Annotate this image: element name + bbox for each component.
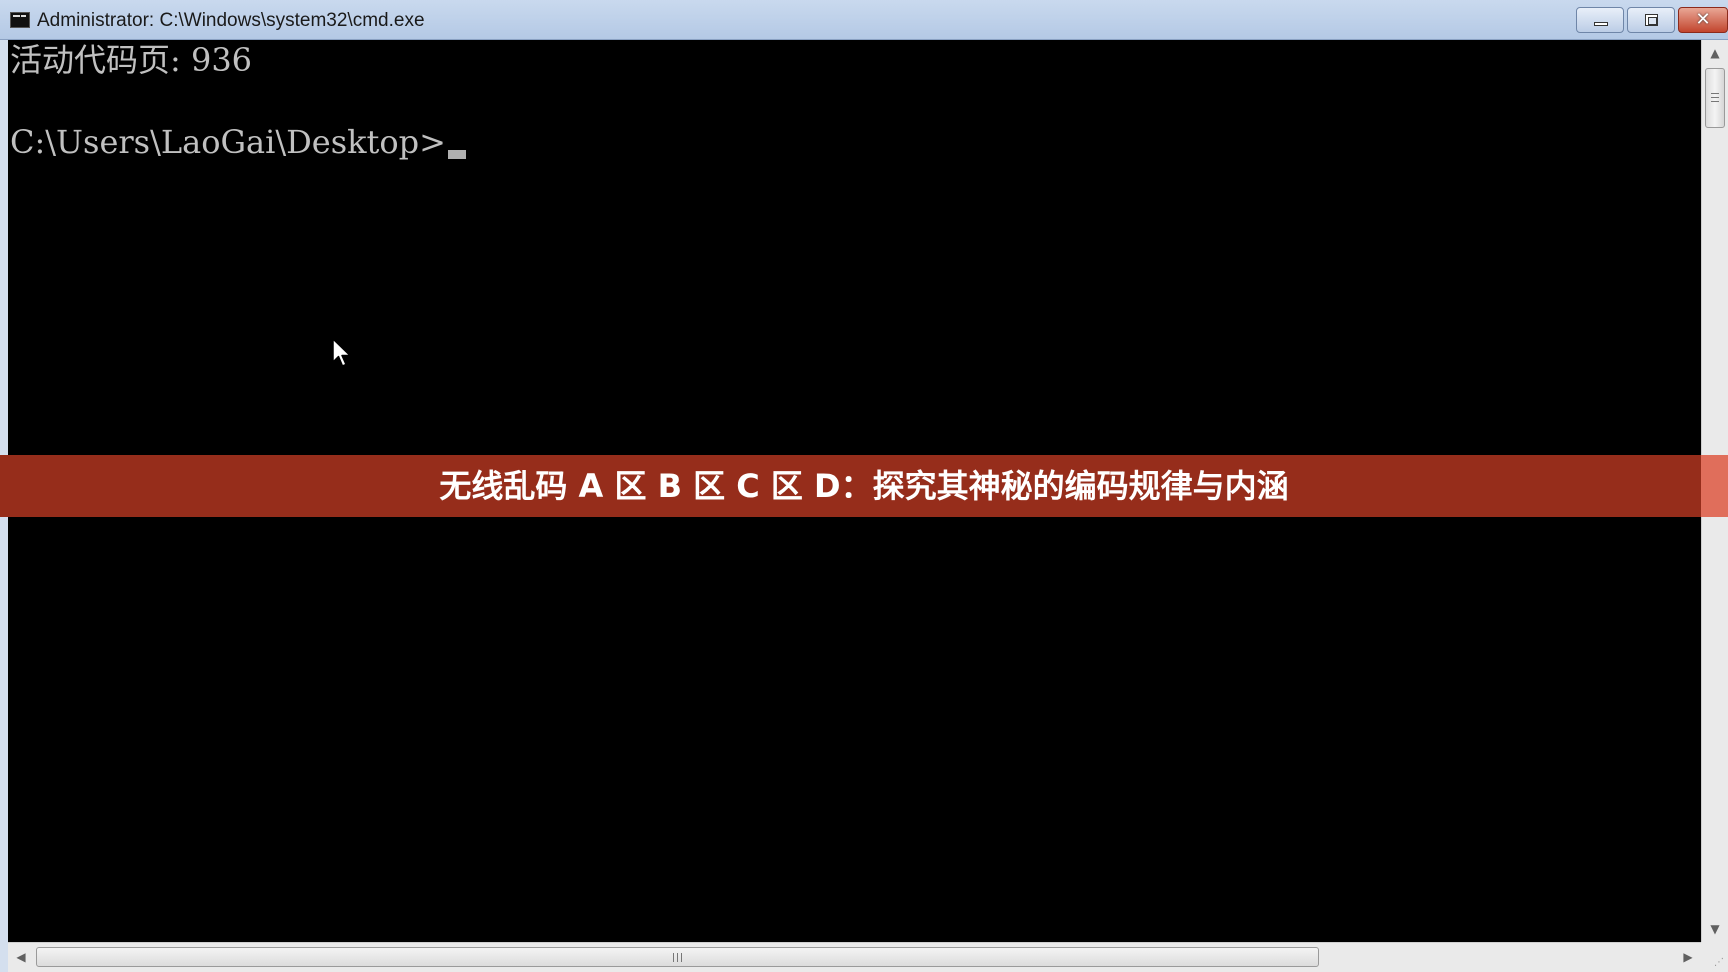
maximize-button[interactable] bbox=[1627, 7, 1675, 33]
window-title: Administrator: C:\Windows\system32\cmd.e… bbox=[37, 10, 425, 31]
vertical-scroll-thumb[interactable] bbox=[1705, 68, 1725, 128]
scroll-right-arrow-icon[interactable]: ▶ bbox=[1675, 943, 1701, 971]
code-page-line: 活动代码页: 936 bbox=[10, 41, 253, 79]
minimize-button[interactable] bbox=[1576, 7, 1624, 33]
prompt-line: C:\Users\LaoGai\Desktop> bbox=[10, 122, 466, 162]
horizontal-scrollbar[interactable]: ◀ ▶ bbox=[8, 942, 1701, 972]
prompt-text: C:\Users\LaoGai\Desktop> bbox=[10, 123, 446, 161]
scroll-down-arrow-icon[interactable]: ▼ bbox=[1702, 916, 1728, 942]
overlay-banner: 无线乱码 A 区 B 区 C 区 D：探究其神秘的编码规律与内涵 bbox=[0, 455, 1728, 517]
close-button[interactable]: ✕ bbox=[1678, 7, 1728, 33]
grip-line bbox=[681, 953, 682, 962]
minimize-icon bbox=[1594, 22, 1608, 26]
resize-grip-icon: ⋰ bbox=[1714, 957, 1724, 968]
banner-title: 无线乱码 A 区 B 区 C 区 D：探究其神秘的编码规律与内涵 bbox=[439, 467, 1289, 505]
horizontal-scroll-thumb[interactable] bbox=[36, 947, 1319, 967]
resize-grip[interactable]: ⋰ bbox=[1701, 942, 1728, 972]
text-cursor bbox=[447, 150, 466, 159]
restore-icon bbox=[1645, 14, 1658, 26]
mouse-pointer-icon bbox=[332, 338, 351, 367]
scroll-left-arrow-icon[interactable]: ◀ bbox=[8, 943, 34, 971]
scroll-up-arrow-icon[interactable]: ▲ bbox=[1702, 40, 1728, 66]
grip-line bbox=[1711, 97, 1719, 98]
title-bar[interactable]: Administrator: C:\Windows\system32\cmd.e… bbox=[0, 0, 1728, 40]
grip-line bbox=[677, 953, 678, 962]
close-icon: ✕ bbox=[1695, 9, 1711, 30]
grip-line bbox=[1711, 101, 1719, 102]
cmd-window: Administrator: C:\Windows\system32\cmd.e… bbox=[0, 0, 1728, 972]
grip-line bbox=[1711, 93, 1719, 94]
console-app-icon[interactable] bbox=[10, 12, 30, 28]
grip-line bbox=[673, 953, 674, 962]
